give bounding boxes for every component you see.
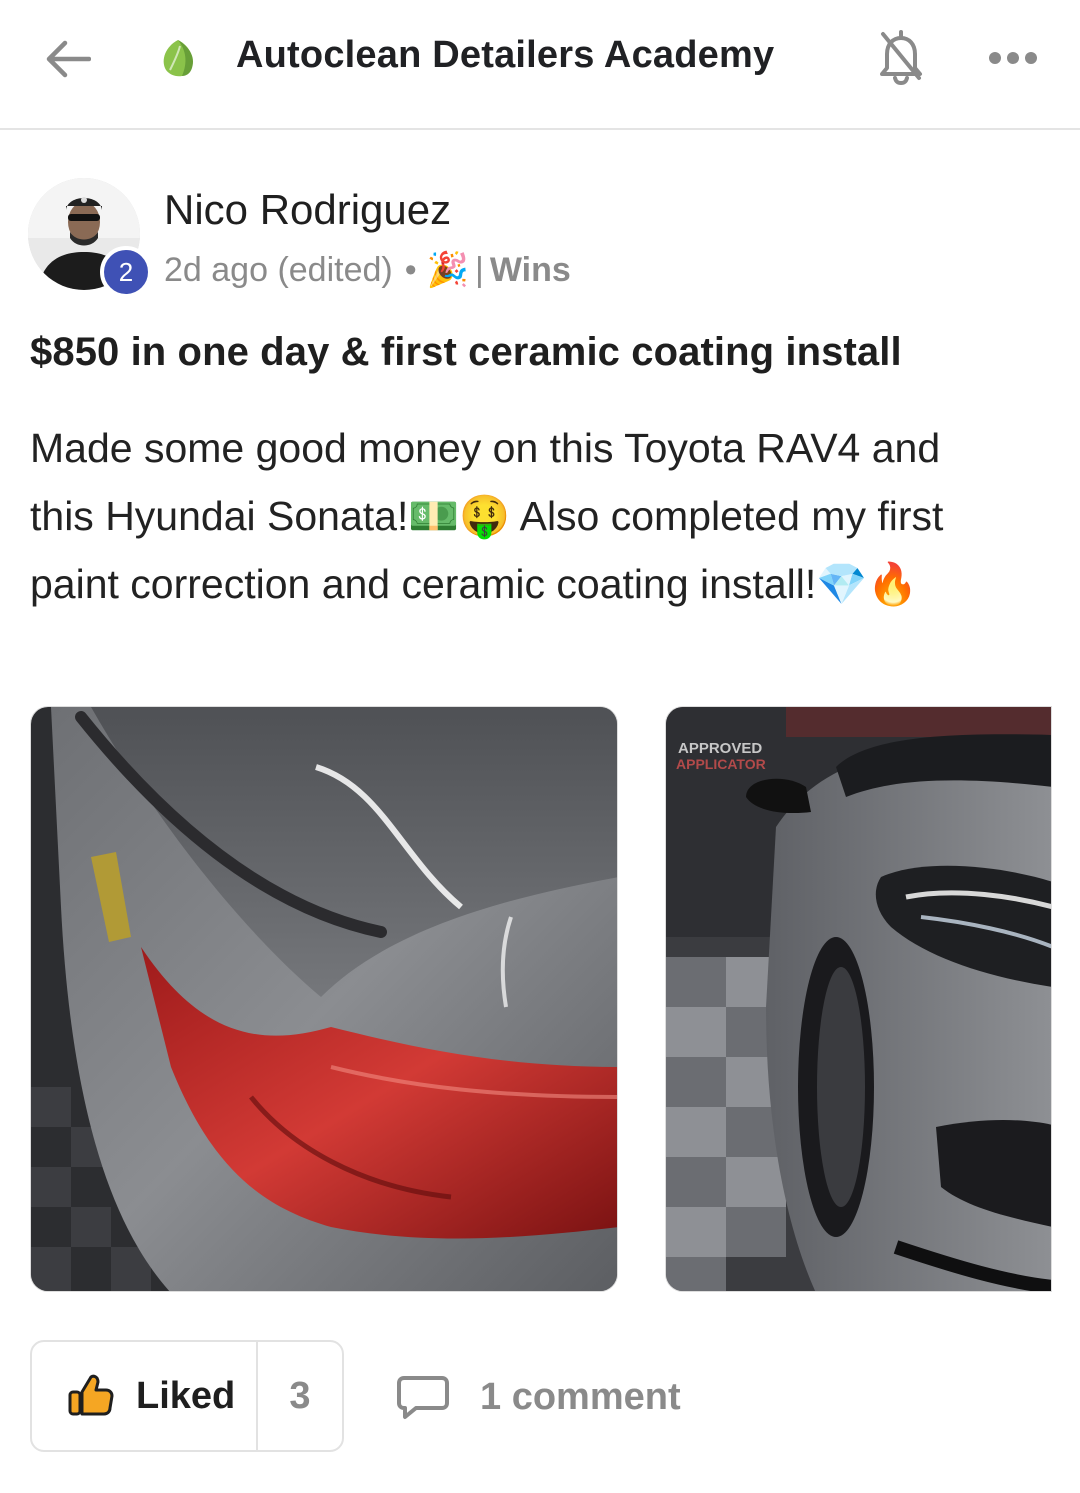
back-button[interactable] (38, 30, 96, 88)
money-emoji-icon: 💵🤑 (408, 493, 511, 539)
post-time: 2d ago (edited) (164, 250, 393, 289)
post-body-line: Made some good money on this Toyota RAV4… (30, 425, 941, 471)
post-body-line: Also completed my first (510, 493, 944, 539)
group-title: Autoclean Detailers Academy (236, 34, 775, 76)
level-badge: 2 (100, 246, 152, 298)
group-logo (156, 36, 200, 80)
top-bar: Autoclean Detailers Academy (0, 0, 1080, 130)
comment-button[interactable]: 1 comment (396, 1370, 681, 1424)
post-image-car-front[interactable]: APPROVED APPLICATOR (665, 706, 1052, 1292)
thumbs-up-icon (68, 1374, 114, 1416)
like-button[interactable]: Liked (32, 1342, 258, 1450)
gem-fire-emoji-icon: 💎🔥 (816, 561, 919, 607)
comment-count: 1 comment (480, 1375, 681, 1418)
like-count[interactable]: 3 (258, 1342, 342, 1450)
meta-separator: • (404, 250, 417, 289)
post-category[interactable]: Wins (490, 251, 571, 290)
more-options-button[interactable] (984, 36, 1042, 80)
category-separator: | (474, 250, 484, 289)
like-label: Liked (136, 1374, 236, 1417)
like-control: Liked 3 (30, 1340, 344, 1452)
notifications-button[interactable] (872, 26, 930, 88)
post-image-taillight[interactable] (30, 706, 618, 1292)
post-meta: 2d ago (edited) • 🎉 | Wins (164, 250, 571, 290)
more-icon (989, 52, 1037, 64)
author-name[interactable]: Nico Rodriguez (164, 186, 451, 234)
leaf-icon (163, 40, 194, 77)
party-popper-icon: 🎉 (426, 251, 469, 289)
post-body[interactable]: Made some good money on this Toyota RAV4… (30, 414, 1055, 618)
back-arrow-icon (46, 40, 91, 78)
bell-icon (880, 30, 922, 86)
post-title[interactable]: $850 in one day & first ceramic coating … (30, 330, 902, 375)
post-body-line: paint correction and ceramic coating ins… (30, 561, 817, 607)
comment-icon (397, 1376, 449, 1419)
applicator-sign: APPLICATOR (676, 756, 766, 772)
post-body-line: this Hyundai Sonata! (30, 493, 409, 539)
approved-sign: APPROVED (678, 740, 762, 757)
